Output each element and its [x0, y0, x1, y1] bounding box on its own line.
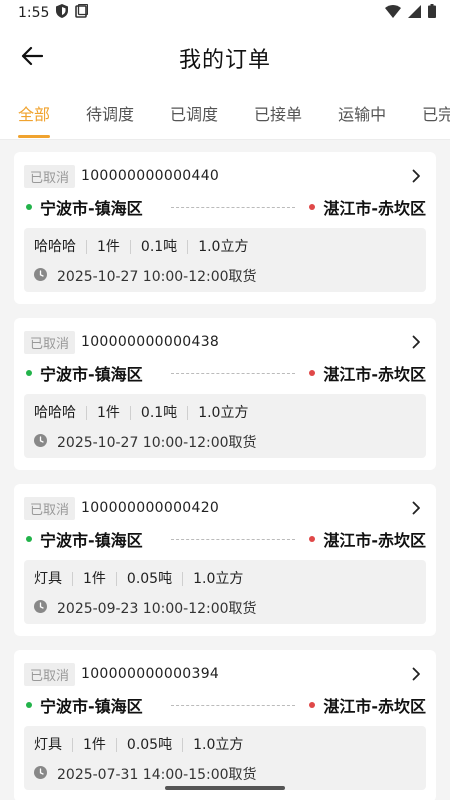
cargo-detail: 灯具 1件 0.05吨 1.0立方 2025-07-31 14:00-15:00… — [24, 726, 426, 790]
pickup-time: 2025-10-27 10:00-12:00取货 — [57, 435, 257, 451]
clock-icon — [34, 267, 47, 285]
destination-dot — [309, 204, 316, 210]
chevron-right-icon[interactable] — [406, 166, 426, 186]
clock-icon — [34, 599, 47, 617]
chevron-right-icon[interactable] — [406, 332, 426, 352]
cargo-weight: 0.05吨 — [115, 738, 182, 752]
order-number: 100000000000438 — [81, 334, 220, 350]
cargo-volume: 1.0立方 — [182, 738, 253, 752]
cargo-name: 哈哈哈 — [34, 405, 76, 421]
pickup-time: 2025-10-27 10:00-12:00取货 — [57, 269, 257, 285]
arrow-left-icon — [21, 46, 44, 70]
cargo-weight: 0.1吨 — [129, 406, 187, 420]
battery-icon — [428, 4, 436, 22]
order-list: 已取消 100000000000440 宁波市-镇海区 湛江市-赤坎区 哈哈哈 … — [0, 140, 450, 800]
origin-dot — [26, 536, 32, 542]
cargo-count: 1件 — [72, 738, 116, 752]
clipboard-icon — [75, 3, 89, 22]
cargo-weight: 0.05吨 — [115, 572, 182, 586]
destination-city: 湛江市-赤坎区 — [323, 531, 426, 550]
order-card[interactable]: 已取消 100000000000394 宁波市-镇海区 湛江市-赤坎区 灯具 1… — [14, 650, 436, 800]
status-time: 1:55 — [18, 5, 50, 21]
cargo-weight: 0.1吨 — [129, 240, 187, 254]
order-card[interactable]: 已取消 100000000000440 宁波市-镇海区 湛江市-赤坎区 哈哈哈 … — [14, 152, 436, 304]
status-bar: 1:55 — [0, 0, 450, 26]
pickup-time: 2025-07-31 14:00-15:00取货 — [57, 767, 257, 783]
status-badge: 已取消 — [24, 496, 76, 520]
cargo-detail: 灯具 1件 0.05吨 1.0立方 2025-09-23 10:00-12:00… — [24, 560, 426, 624]
route-line — [170, 206, 296, 208]
chevron-right-icon[interactable] — [406, 498, 426, 518]
cargo-name: 灯具 — [34, 737, 62, 753]
order-card[interactable]: 已取消 100000000000438 宁波市-镇海区 湛江市-赤坎区 哈哈哈 … — [14, 318, 436, 470]
back-button[interactable] — [14, 40, 50, 76]
destination-dot — [309, 536, 316, 542]
route-line — [170, 704, 296, 706]
cargo-count: 1件 — [86, 240, 130, 254]
origin-dot — [26, 370, 32, 376]
tab-completed[interactable]: 已完成 — [404, 90, 450, 139]
order-number: 100000000000440 — [81, 168, 220, 184]
wifi-icon — [385, 4, 401, 22]
destination-dot — [309, 370, 316, 376]
pickup-time: 2025-09-23 10:00-12:00取货 — [57, 601, 257, 617]
order-card[interactable]: 已取消 100000000000420 宁波市-镇海区 湛江市-赤坎区 灯具 1… — [14, 484, 436, 636]
origin-city: 宁波市-镇海区 — [40, 697, 143, 716]
destination-city: 湛江市-赤坎区 — [323, 697, 426, 716]
cargo-name: 灯具 — [34, 571, 62, 587]
cargo-volume: 1.0立方 — [187, 406, 258, 420]
tab-in-transit[interactable]: 运输中 — [320, 90, 404, 139]
cargo-volume: 1.0立方 — [182, 572, 253, 586]
clock-icon — [34, 433, 47, 451]
origin-city: 宁波市-镇海区 — [40, 531, 143, 550]
page-title: 我的订单 — [178, 48, 271, 73]
status-tabs: 全部 待调度 已调度 已接单 运输中 已完成 — [0, 90, 450, 140]
tab-pending-dispatch[interactable]: 待调度 — [68, 90, 152, 139]
origin-dot — [26, 702, 32, 708]
tab-all[interactable]: 全部 — [0, 90, 68, 139]
tab-dispatched[interactable]: 已调度 — [152, 90, 236, 139]
cargo-name: 哈哈哈 — [34, 239, 76, 255]
cargo-volume: 1.0立方 — [187, 240, 258, 254]
order-number: 100000000000394 — [81, 666, 220, 682]
home-indicator[interactable] — [165, 786, 285, 790]
order-number: 100000000000420 — [81, 500, 220, 516]
destination-city: 湛江市-赤坎区 — [323, 365, 426, 384]
cargo-detail: 哈哈哈 1件 0.1吨 1.0立方 2025-10-27 10:00-12:00… — [24, 228, 426, 292]
destination-city: 湛江市-赤坎区 — [323, 199, 426, 218]
cargo-count: 1件 — [86, 406, 130, 420]
status-badge: 已取消 — [24, 662, 76, 686]
clock-icon — [34, 765, 47, 783]
destination-dot — [309, 702, 316, 708]
cargo-detail: 哈哈哈 1件 0.1吨 1.0立方 2025-10-27 10:00-12:00… — [24, 394, 426, 458]
chevron-right-icon[interactable] — [406, 664, 426, 684]
status-badge: 已取消 — [24, 330, 76, 354]
origin-dot — [26, 204, 32, 210]
status-badge: 已取消 — [24, 164, 76, 188]
origin-city: 宁波市-镇海区 — [40, 199, 143, 218]
signal-icon — [408, 4, 421, 22]
app-header: 我的订单 — [0, 26, 450, 90]
shield-icon — [56, 4, 69, 22]
cargo-count: 1件 — [72, 572, 116, 586]
route-line — [170, 372, 296, 374]
route-line — [170, 538, 296, 540]
origin-city: 宁波市-镇海区 — [40, 365, 143, 384]
tab-accepted[interactable]: 已接单 — [236, 90, 320, 139]
